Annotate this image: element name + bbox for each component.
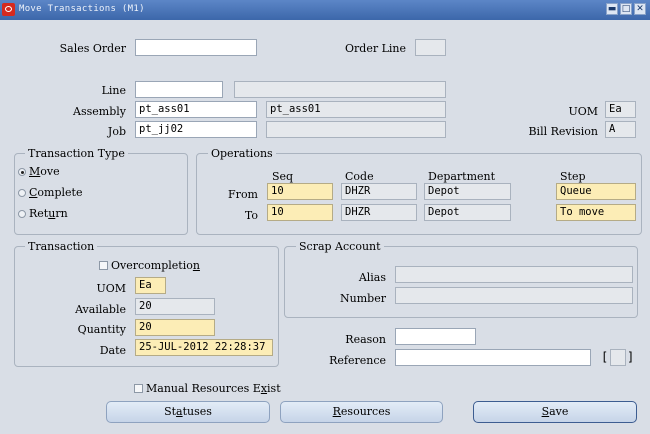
quantity-label: Quantity — [77, 323, 126, 336]
move-radio-label[interactable]: Move — [29, 165, 60, 179]
line-description-field — [234, 81, 446, 98]
bill-revision-field: A — [605, 121, 636, 138]
assembly-label: Assembly — [73, 105, 126, 118]
minimize-icon[interactable]: ▬ — [606, 3, 618, 15]
step-column-header: Step — [560, 170, 586, 183]
header-uom-field: Ea — [605, 101, 636, 118]
reference-label: Reference — [329, 354, 386, 367]
assembly-field[interactable]: pt_ass01 — [135, 101, 257, 118]
number-field[interactable] — [395, 287, 633, 304]
flex-field-close-bracket: ] — [627, 350, 635, 364]
alias-label: Alias — [358, 271, 386, 284]
quantity-field[interactable]: 20 — [135, 319, 215, 336]
header-uom-label: UOM — [568, 105, 598, 118]
order-line-label: Order Line — [345, 42, 406, 55]
from-code-field: DHZR — [341, 183, 417, 200]
scrap-account-title: Scrap Account — [296, 241, 384, 253]
bill-revision-label: Bill Revision — [528, 125, 598, 138]
job-field[interactable]: pt_jj02 — [135, 121, 257, 138]
from-label: From — [228, 188, 258, 201]
code-column-header: Code — [345, 170, 374, 183]
complete-radio[interactable] — [18, 189, 26, 197]
job-description-field — [266, 121, 446, 138]
transaction-type-title: Transaction Type — [25, 148, 128, 160]
date-label: Date — [99, 344, 126, 357]
from-step-field[interactable]: Queue — [556, 183, 636, 200]
close-icon[interactable]: ✕ — [634, 3, 646, 15]
from-department-field: Depot — [424, 183, 511, 200]
to-label: To — [244, 209, 258, 222]
department-column-header: Department — [428, 170, 496, 183]
return-radio[interactable] — [18, 210, 26, 218]
overcompletion-label[interactable]: Overcompletion — [111, 259, 200, 273]
transaction-uom-field[interactable]: Ea — [135, 277, 166, 294]
transaction-title: Transaction — [25, 241, 98, 253]
to-seq-field[interactable]: 10 — [267, 204, 333, 221]
oracle-app-icon — [2, 3, 15, 16]
available-label: Available — [75, 303, 126, 316]
order-line-field[interactable] — [415, 39, 446, 56]
date-field[interactable]: 25-JUL-2012 22:28:37 — [135, 339, 273, 356]
save-button[interactable]: Save — [473, 401, 637, 423]
operations-title: Operations — [208, 148, 276, 160]
to-step-field[interactable]: To move — [556, 204, 636, 221]
assembly-description-field: pt_ass01 — [266, 101, 446, 118]
alias-field[interactable] — [395, 266, 633, 283]
reason-label: Reason — [345, 333, 386, 346]
line-label: Line — [101, 84, 126, 97]
reason-field[interactable] — [395, 328, 476, 345]
available-field: 20 — [135, 298, 215, 315]
manual-resources-label[interactable]: Manual Resources Exist — [146, 382, 281, 396]
line-field[interactable] — [135, 81, 223, 98]
overcompletion-checkbox[interactable] — [99, 261, 108, 270]
move-radio[interactable] — [18, 168, 26, 176]
complete-radio-label[interactable]: Complete — [29, 186, 82, 200]
maximize-icon[interactable]: □ — [620, 3, 632, 15]
statuses-button[interactable]: Statuses — [106, 401, 270, 423]
window-title-bar[interactable]: Move Transactions (M1) ▬ □ ✕ — [0, 0, 650, 20]
window-title: Move Transactions (M1) — [19, 4, 145, 14]
reference-field[interactable] — [395, 349, 591, 366]
resources-button[interactable]: Resources — [280, 401, 443, 423]
manual-resources-checkbox[interactable] — [134, 384, 143, 393]
to-code-field: DHZR — [341, 204, 417, 221]
to-department-field: Depot — [424, 204, 511, 221]
descriptive-flexfield[interactable] — [610, 349, 626, 366]
job-label: Job — [107, 125, 126, 138]
from-seq-field[interactable]: 10 — [267, 183, 333, 200]
seq-column-header: Seq — [272, 170, 294, 183]
sales-order-field[interactable] — [135, 39, 257, 56]
number-label: Number — [340, 292, 386, 305]
sales-order-label: Sales Order — [59, 42, 126, 55]
transaction-uom-label: UOM — [96, 282, 126, 295]
return-radio-label[interactable]: Return — [29, 207, 68, 221]
flex-field-open-bracket: [ — [601, 350, 609, 364]
